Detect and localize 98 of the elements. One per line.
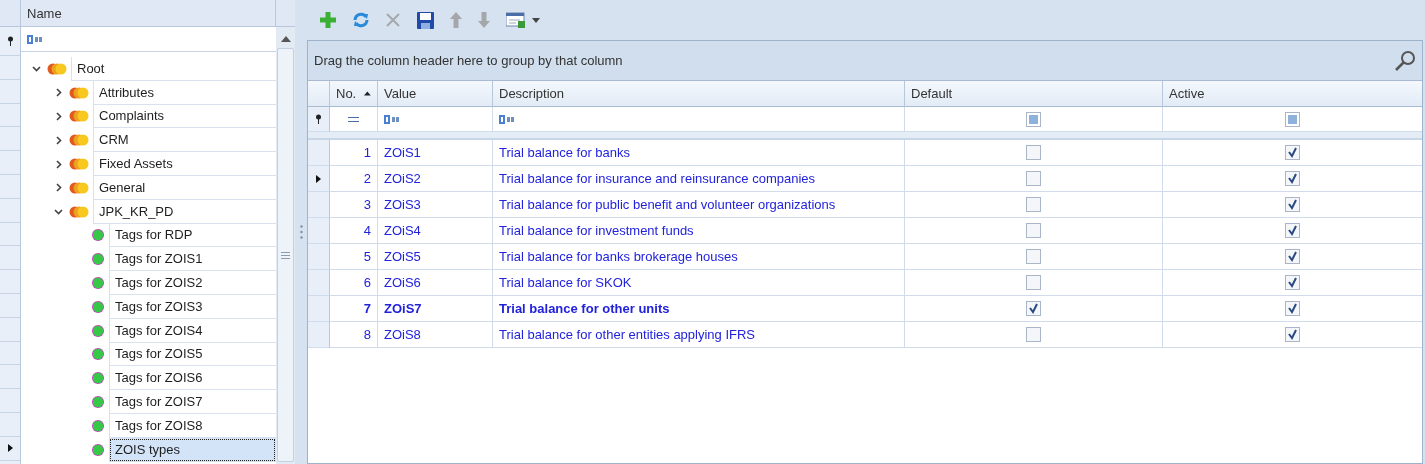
table-cell: 6 — [330, 270, 378, 296]
table-cell: ZOiS7 — [378, 296, 493, 322]
group-hint: Drag the column header here to group by that column — [314, 53, 623, 68]
grip-icon — [281, 251, 290, 259]
table-cell: ZOiS4 — [378, 218, 493, 244]
bullet-icon — [91, 252, 105, 267]
filter-pin-icon — [315, 114, 322, 124]
table-cell: ZOiS5 — [378, 244, 493, 270]
bullet-icon — [91, 418, 105, 433]
bullet-icon — [91, 371, 105, 386]
bullet-icon — [91, 442, 105, 457]
checkbox[interactable] — [1026, 249, 1041, 264]
search-icon[interactable] — [1394, 49, 1416, 72]
checkbox[interactable] — [1285, 249, 1300, 264]
column-header[interactable]: Description — [493, 81, 905, 107]
column-header[interactable]: Active — [1163, 81, 1422, 107]
checkbox[interactable] — [1026, 197, 1041, 212]
scrollbar[interactable] — [276, 27, 295, 464]
table-export-icon — [506, 12, 526, 28]
arrow-down-icon — [478, 12, 490, 28]
chevron-down-icon[interactable] — [53, 207, 63, 217]
table-cell: 3 — [330, 192, 378, 218]
table-cell: 2 — [330, 166, 378, 192]
table-cell: Trial balance for investment funds — [493, 218, 905, 244]
coins-icon — [47, 61, 67, 76]
current-row-icon — [7, 444, 13, 453]
table-cell: Trial balance for banks — [493, 140, 905, 166]
table-cell: ZOiS6 — [378, 270, 493, 296]
coins-icon — [69, 180, 89, 195]
table-cell: ZOiS8 — [378, 322, 493, 348]
checkbox[interactable] — [1285, 145, 1300, 160]
checkbox[interactable] — [1026, 223, 1041, 238]
plus-icon — [319, 11, 337, 29]
checkbox[interactable] — [1026, 275, 1041, 290]
table-cell: Trial balance for banks brokerage houses — [493, 244, 905, 270]
bullet-icon — [91, 228, 105, 243]
bullet-icon — [91, 323, 105, 338]
table-cell: ZOiS1 — [378, 140, 493, 166]
chevron-right-icon[interactable] — [53, 159, 63, 169]
table-cell: ZOiS2 — [378, 166, 493, 192]
checkbox[interactable] — [1026, 171, 1041, 186]
table-cell: Trial balance for insurance and reinsurance companies — [493, 166, 905, 192]
checkbox[interactable] — [1026, 327, 1041, 342]
save-icon — [417, 11, 434, 29]
table-cell: 8 — [330, 322, 378, 348]
text-filter-icon — [27, 34, 43, 44]
grip-icon — [299, 225, 303, 239]
bullet-icon — [91, 276, 105, 291]
checkbox[interactable] — [1285, 327, 1300, 342]
chevron-right-icon[interactable] — [53, 183, 63, 193]
checkbox[interactable] — [1026, 301, 1041, 316]
chevron-right-icon[interactable] — [53, 88, 63, 98]
column-header[interactable]: No. — [330, 81, 378, 107]
refresh-icon — [353, 12, 369, 28]
tree-item[interactable]: Root — [71, 57, 276, 81]
coins-icon — [69, 204, 89, 219]
filter-checkbox[interactable] — [1285, 111, 1300, 127]
row-header[interactable] — [308, 166, 330, 192]
coins-icon — [69, 133, 89, 148]
tree-item[interactable]: ZOIS types — [109, 437, 276, 462]
chevron-right-icon[interactable] — [53, 112, 63, 121]
column-header[interactable]: Default — [905, 81, 1163, 107]
table-cell: 7 — [330, 296, 378, 322]
arrow-up-icon — [450, 12, 462, 28]
checkbox[interactable] — [1285, 301, 1300, 316]
scroll-thumb[interactable] — [277, 48, 294, 462]
bullet-icon — [91, 347, 105, 362]
table-cell: Trial balance for public benefit and volunteer organizations — [493, 192, 905, 218]
table-cell: ZOiS3 — [378, 192, 493, 218]
bullet-icon — [91, 395, 105, 410]
filter-pin-icon — [6, 36, 14, 46]
equals-icon — [348, 116, 359, 122]
coins-icon — [69, 157, 89, 172]
table-cell: 5 — [330, 244, 378, 270]
table-cell: 1 — [330, 140, 378, 166]
table-cell: 4 — [330, 218, 378, 244]
filter-checkbox[interactable] — [1026, 111, 1041, 127]
coins-icon — [69, 109, 89, 124]
scroll-up-icon[interactable] — [280, 36, 291, 42]
checkbox[interactable] — [1285, 223, 1300, 238]
chevron-right-icon[interactable] — [53, 135, 63, 145]
table-cell: Trial balance for other entities applying IFRS — [493, 322, 905, 348]
bullet-icon — [91, 299, 105, 314]
checkbox[interactable] — [1285, 171, 1300, 186]
coins-icon — [69, 85, 89, 100]
table-cell: Trial balance for other units — [493, 296, 905, 322]
text-filter-icon — [384, 114, 400, 124]
close-icon — [385, 12, 401, 28]
checkbox[interactable] — [1026, 145, 1041, 160]
chevron-down-icon[interactable] — [31, 64, 41, 74]
caret-icon — [532, 17, 540, 23]
text-filter-icon — [499, 114, 515, 124]
sort-ascending-icon — [364, 91, 371, 96]
checkbox[interactable] — [1285, 197, 1300, 212]
current-row-icon — [316, 174, 321, 183]
table-cell: Trial balance for SKOK — [493, 270, 905, 296]
column-header[interactable]: Value — [378, 81, 493, 107]
checkbox[interactable] — [1285, 275, 1300, 290]
